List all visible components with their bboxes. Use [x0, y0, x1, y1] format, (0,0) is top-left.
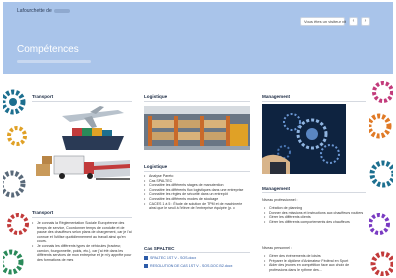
next-page-button[interactable]: ›: [361, 17, 370, 26]
prev-page-button[interactable]: ‹: [349, 17, 358, 26]
management-professional-list: Création de planning Donner des missions…: [264, 206, 364, 224]
document-icon: [144, 256, 148, 261]
divider: [32, 217, 132, 218]
page-header: Lafourchette de Vous êtes un visiteur vi…: [3, 2, 393, 74]
cas-spaltec-heading: Cas SPALTEC: [144, 246, 175, 251]
list-item: CACES 1 à 5 : Étude de solution de TPM e…: [144, 202, 250, 211]
divider: [262, 192, 366, 193]
transport-illustration-icon: [36, 106, 130, 180]
transport-bullet-list: Je connais la Réglementation Sociale Eur…: [32, 221, 132, 262]
divider: [144, 171, 250, 172]
niveau-personnel-label: Niveau personnel :: [262, 246, 292, 250]
niveau-professionnel-label: Niveau professionnel :: [262, 198, 298, 202]
management-heading: Management: [262, 94, 291, 99]
breadcrumb-user-placeholder: [53, 8, 70, 13]
breadcrumb-label[interactable]: Lafourchette de: [17, 8, 52, 14]
link-label[interactable]: SPALTEC 1ST V - SOS.docx: [150, 256, 196, 260]
gear-decoration-left-icon: [3, 74, 29, 276]
list-item: Je connais la Réglementation Sociale Eur…: [32, 221, 132, 244]
chevron-right-icon: ›: [364, 18, 367, 24]
logistique-heading: Logistique: [144, 94, 168, 99]
logistique-bullet-list: Analyse Pareto Cas SPALTEC Connaître les…: [144, 174, 250, 211]
divider: [262, 101, 366, 102]
page-subtitle-placeholder: [17, 60, 91, 63]
divider: [32, 101, 132, 102]
breadcrumb[interactable]: Lafourchette de: [17, 8, 70, 14]
list-item: Je connais les différents types de véhic…: [32, 244, 132, 262]
divider: [144, 101, 250, 102]
page-title: Compétences: [17, 44, 79, 55]
transport-heading: Transport: [32, 94, 54, 99]
management-gears-photo-icon: [262, 104, 346, 174]
link-label[interactable]: RESOLUTION DE CAS 1ST V - SOS.DOC B2.doc…: [150, 264, 232, 268]
chevron-left-icon: ‹: [352, 18, 355, 24]
management-card: Management Management Niveau professionn…: [259, 82, 369, 276]
management-section-heading: Management: [262, 186, 291, 191]
list-item: Aider des jeunes en compétition face aux…: [264, 263, 364, 272]
page-frame: Lafourchette de Vous êtes un visiteur vi…: [3, 2, 393, 276]
visitor-select[interactable]: Vous êtes un visiteur vit: [300, 17, 346, 26]
warehouse-photo-icon: [144, 106, 250, 150]
spaltec-file-link[interactable]: SPALTEC 1ST V - SOS.docx: [144, 256, 196, 261]
document-icon: [144, 264, 148, 269]
logistique-card: Logistique Logistique Analyse Pareto Cas…: [141, 82, 253, 276]
logistique-section-heading: Logistique: [144, 164, 168, 169]
divider: [144, 252, 250, 253]
management-personal-list: Gérer des événements de loisirs Préparer…: [264, 254, 364, 272]
transport-card: Transport Transport • Je connais la Régl…: [29, 82, 135, 276]
transport-section-heading: Transport: [32, 210, 54, 215]
resolution-file-link[interactable]: RESOLUTION DE CAS 1ST V - SOS.DOC B2.doc…: [144, 264, 232, 269]
gear-decoration-right-icon: [369, 74, 393, 276]
list-item: Gérer les différents comportements des c…: [264, 220, 364, 225]
